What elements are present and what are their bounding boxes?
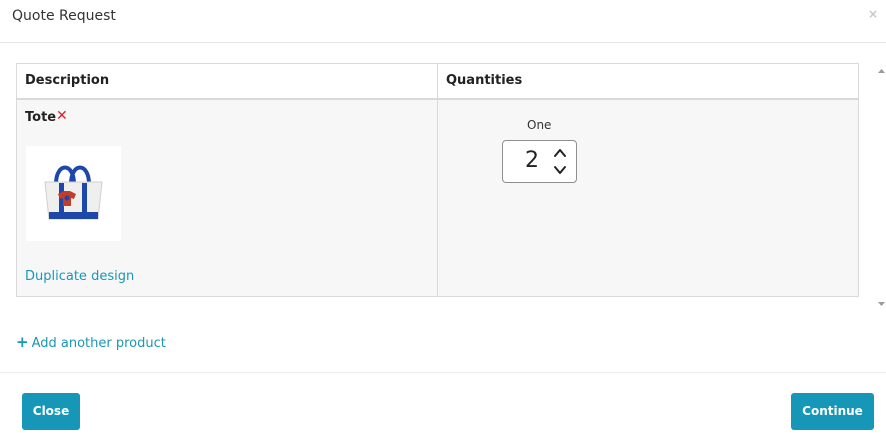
continue-button[interactable]: Continue	[791, 393, 874, 430]
chevron-up-icon[interactable]	[553, 147, 567, 159]
close-button[interactable]: Close	[22, 393, 80, 430]
dialog-header: Quote Request ×	[0, 0, 886, 43]
product-name: Tote	[25, 110, 57, 125]
column-header-description: Description	[25, 73, 110, 88]
description-cell: Tote ✕ Duplicate design	[17, 100, 437, 296]
plus-icon: +	[16, 333, 29, 351]
tote-bag-image	[44, 165, 103, 220]
quantities-cell: One 2	[437, 100, 858, 296]
footer-divider	[0, 372, 886, 373]
product-thumbnail	[26, 146, 121, 241]
quantity-size-label: One	[527, 118, 552, 132]
duplicate-design-link[interactable]: Duplicate design	[25, 269, 134, 284]
remove-product-icon[interactable]: ✕	[56, 108, 68, 124]
table-header-row: Description Quantities	[17, 64, 858, 100]
quote-table: Description Quantities Tote ✕ Duplicate …	[16, 63, 859, 297]
add-another-product-link[interactable]: + Add another product	[16, 333, 166, 351]
quantity-value[interactable]: 2	[525, 148, 539, 173]
dialog-close-icon[interactable]: ×	[868, 7, 878, 21]
add-product-label: Add another product	[31, 336, 166, 351]
dialog-title: Quote Request	[12, 8, 116, 24]
table-row: Tote ✕ Duplicate design One 2	[17, 100, 858, 296]
scroll-up-arrow-icon[interactable]	[877, 67, 886, 75]
scroll-down-arrow-icon[interactable]	[877, 300, 886, 308]
column-header-quantities: Quantities	[437, 64, 858, 98]
chevron-down-icon[interactable]	[553, 164, 567, 176]
quantity-stepper[interactable]: 2	[502, 140, 577, 183]
